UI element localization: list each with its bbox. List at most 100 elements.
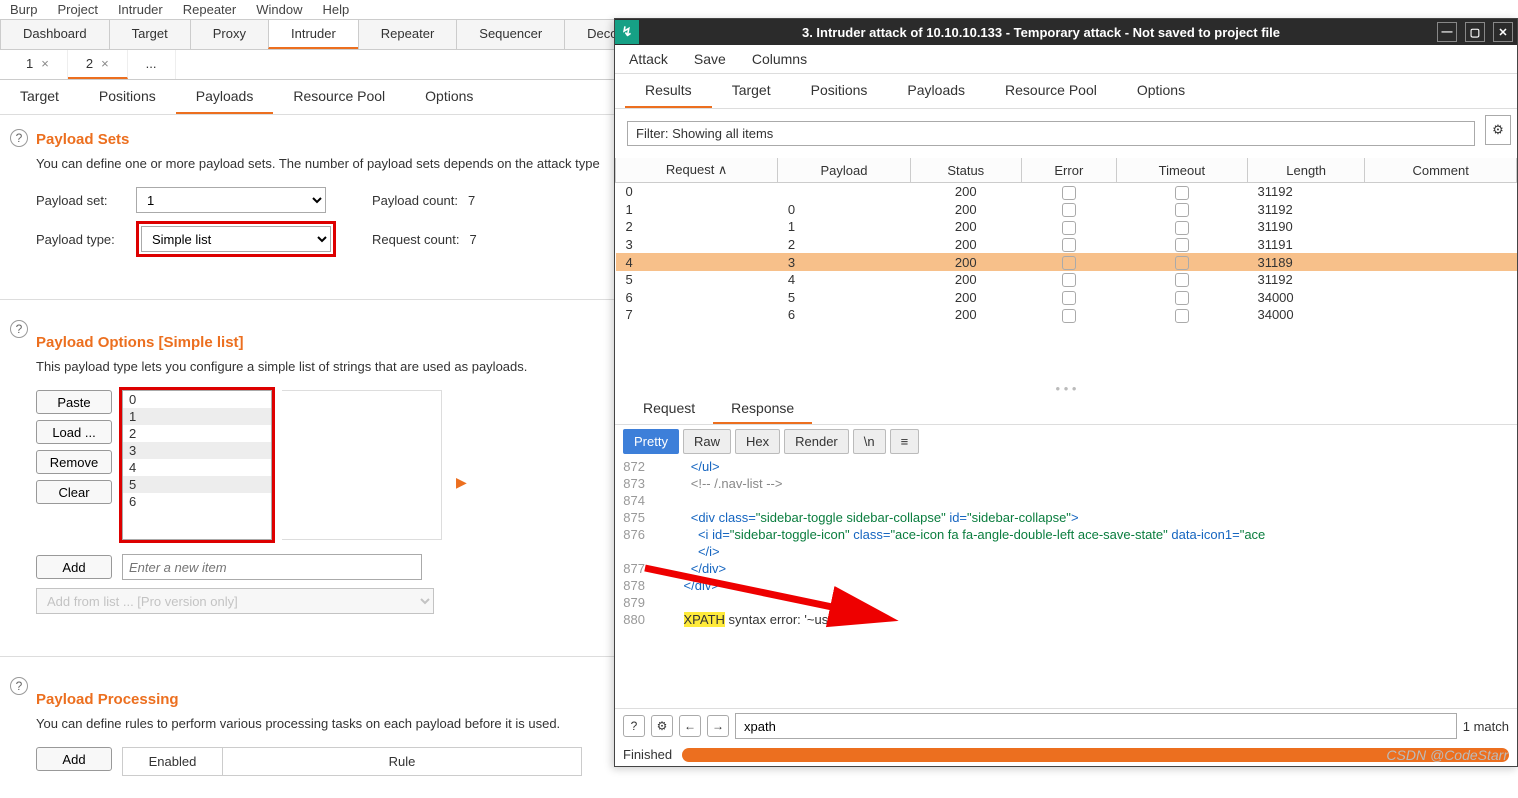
inner-tab-resourcepool[interactable]: Resource Pool	[273, 80, 405, 114]
view-hex[interactable]: Hex	[735, 429, 780, 454]
processing-add-button[interactable]: Add	[36, 747, 112, 771]
request-response-tabs: Request Response	[615, 394, 1517, 425]
menu-window[interactable]: Window	[256, 2, 302, 17]
prev-match-icon[interactable]: ←	[679, 715, 701, 737]
intruder-tab-1[interactable]: 1×	[8, 50, 68, 79]
gear-icon[interactable]: ⚙	[651, 715, 673, 737]
help-icon[interactable]: ?	[623, 715, 645, 737]
intruder-tab-new[interactable]: ...	[128, 50, 176, 79]
search-row: ? ⚙ ← → 1 match	[615, 708, 1517, 743]
payload-type-select[interactable]: Simple list	[141, 226, 331, 252]
paste-button[interactable]: Paste	[36, 390, 112, 414]
tab-repeater[interactable]: Repeater	[358, 19, 457, 49]
attack-menu-save[interactable]: Save	[694, 51, 726, 67]
next-match-icon[interactable]: →	[707, 715, 729, 737]
payload-count-value: 7	[468, 193, 475, 208]
table-row[interactable]: 6520034000	[616, 288, 1517, 306]
tab-dashboard[interactable]: Dashboard	[0, 19, 110, 49]
help-icon[interactable]: ?	[10, 677, 28, 695]
inner-tab-options[interactable]: Options	[405, 80, 493, 114]
payload-set-label: Payload set:	[36, 193, 126, 208]
attack-tab-positions[interactable]: Positions	[791, 74, 888, 108]
attack-tab-results[interactable]: Results	[625, 74, 712, 108]
titlebar[interactable]: ↯ 3. Intruder attack of 10.10.10.133 - T…	[615, 19, 1517, 45]
menu-project[interactable]: Project	[57, 2, 97, 17]
help-icon[interactable]: ?	[10, 129, 28, 147]
list-item[interactable]: 5	[123, 476, 271, 493]
menu-help[interactable]: Help	[322, 2, 349, 17]
add-item-input[interactable]	[122, 554, 422, 580]
rr-tab-response[interactable]: Response	[713, 394, 812, 424]
remove-button[interactable]: Remove	[36, 450, 112, 474]
inner-tab-positions[interactable]: Positions	[79, 80, 176, 114]
list-item[interactable]: 4	[123, 459, 271, 476]
attack-menu-columns[interactable]: Columns	[752, 51, 807, 67]
newline-toggle[interactable]: \n	[853, 429, 886, 454]
close-icon[interactable]: ×	[41, 56, 49, 71]
minimize-icon[interactable]: —	[1437, 22, 1457, 42]
table-header[interactable]: Payload	[778, 158, 910, 183]
help-icon[interactable]: ?	[10, 320, 28, 338]
menu-repeater[interactable]: Repeater	[183, 2, 236, 17]
maximize-icon[interactable]: ▢	[1465, 22, 1485, 42]
response-code[interactable]: 872873874875876877878879880 </ul> <!-- /…	[615, 458, 1517, 709]
table-row[interactable]: 2120031190	[616, 218, 1517, 236]
add-button[interactable]: Add	[36, 555, 112, 579]
filter-bar[interactable]: Filter: Showing all items	[627, 121, 1475, 146]
results-table[interactable]: Request ∧PayloadStatusErrorTimeoutLength…	[615, 158, 1517, 324]
inner-tab-payloads[interactable]: Payloads	[176, 80, 274, 114]
inner-tab-target[interactable]: Target	[0, 80, 79, 114]
close-icon[interactable]: ✕	[1493, 22, 1513, 42]
clear-button[interactable]: Clear	[36, 480, 112, 504]
table-header[interactable]: Status	[910, 158, 1021, 183]
table-header[interactable]: Timeout	[1116, 158, 1247, 183]
tab-target[interactable]: Target	[109, 19, 191, 49]
col-enabled: Enabled	[123, 748, 223, 775]
attack-tab-payloads[interactable]: Payloads	[887, 74, 985, 108]
view-raw[interactable]: Raw	[683, 429, 731, 454]
list-item[interactable]: 0	[123, 391, 271, 408]
gear-icon[interactable]: ⚙	[1485, 115, 1511, 145]
table-header[interactable]: Length	[1247, 158, 1364, 183]
list-item[interactable]: 6	[123, 493, 271, 510]
attack-tab-options[interactable]: Options	[1117, 74, 1205, 108]
table-row[interactable]: 1020031192	[616, 201, 1517, 219]
load-button[interactable]: Load ...	[36, 420, 112, 444]
request-count-value: 7	[469, 232, 476, 247]
pane-resizer[interactable]: • • •	[615, 384, 1517, 394]
table-header[interactable]: Error	[1021, 158, 1116, 183]
hamburger-icon[interactable]: ≡	[890, 429, 920, 454]
intruder-tab-2[interactable]: 2×	[68, 50, 128, 79]
chevron-right-icon: ▶	[456, 474, 467, 491]
tab-sequencer[interactable]: Sequencer	[456, 19, 565, 49]
rr-tab-request[interactable]: Request	[625, 394, 713, 424]
list-item[interactable]: 2	[123, 425, 271, 442]
view-render[interactable]: Render	[784, 429, 849, 454]
table-row[interactable]: 5420031192	[616, 271, 1517, 289]
attack-tab-resourcepool[interactable]: Resource Pool	[985, 74, 1117, 108]
view-pretty[interactable]: Pretty	[623, 429, 679, 454]
payload-set-select[interactable]: 1	[136, 187, 326, 213]
table-row[interactable]: 4320031189	[616, 253, 1517, 271]
table-row[interactable]: 7620034000	[616, 306, 1517, 324]
tab-intruder[interactable]: Intruder	[268, 19, 359, 49]
progress-bar	[682, 748, 1509, 762]
watermark: CSDN @CodeStarr	[1386, 747, 1508, 763]
attack-tab-target[interactable]: Target	[712, 74, 791, 108]
annotation-redbox: Simple list	[136, 221, 336, 257]
attack-menu-attack[interactable]: Attack	[629, 51, 668, 67]
table-row[interactable]: 020031192	[616, 183, 1517, 201]
table-header[interactable]: Request ∧	[616, 158, 778, 183]
tab-proxy[interactable]: Proxy	[190, 19, 269, 49]
menu-intruder[interactable]: Intruder	[118, 2, 163, 17]
menu-burp[interactable]: Burp	[10, 2, 37, 17]
payload-listbox[interactable]: 0123456	[122, 390, 272, 540]
list-item[interactable]: 3	[123, 442, 271, 459]
col-rule: Rule	[223, 748, 581, 775]
payload-listbox-ext	[282, 390, 442, 540]
table-row[interactable]: 3220031191	[616, 236, 1517, 254]
search-input[interactable]	[735, 713, 1457, 739]
list-item[interactable]: 1	[123, 408, 271, 425]
table-header[interactable]: Comment	[1365, 158, 1517, 183]
close-icon[interactable]: ×	[101, 56, 109, 71]
